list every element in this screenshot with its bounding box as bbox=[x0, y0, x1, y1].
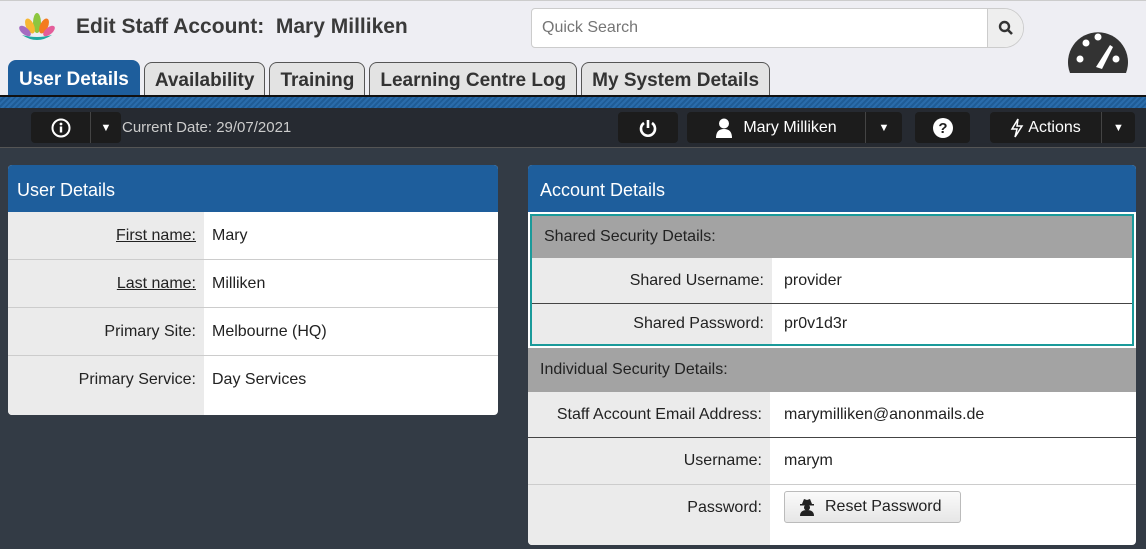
email-value: marymilliken@anonmails.de bbox=[784, 405, 985, 423]
tab-my-system-details[interactable]: My System Details bbox=[581, 62, 771, 98]
primary-service-row: Primary Service: Day Services bbox=[8, 356, 498, 415]
account-details-title: Account Details bbox=[528, 165, 1136, 212]
primary-site-value: Melbourne (HQ) bbox=[212, 322, 327, 340]
last-name-label[interactable]: Last name: bbox=[117, 275, 196, 293]
user-dropdown-button[interactable]: ▼ bbox=[866, 122, 902, 134]
first-name-value: Mary bbox=[212, 226, 248, 244]
shared-security-header: Shared Security Details: bbox=[532, 216, 1132, 258]
first-name-label[interactable]: First name: bbox=[116, 227, 196, 245]
username-label: Username: bbox=[528, 438, 770, 484]
tab-divider-stripe bbox=[0, 95, 1146, 108]
primary-site-row: Primary Site: Melbourne (HQ) bbox=[8, 308, 498, 356]
shared-username-label: Shared Username: bbox=[532, 258, 772, 303]
tab-bar: User Details Availability Training Learn… bbox=[8, 60, 771, 98]
caret-down-icon: ▼ bbox=[100, 121, 112, 134]
caret-down-icon: ▼ bbox=[878, 121, 890, 134]
info-dropdown-button[interactable]: ▼ bbox=[91, 122, 121, 134]
user-menu: Mary Milliken ▼ bbox=[687, 112, 902, 143]
user-details-title: User Details bbox=[8, 165, 498, 212]
page-title: Edit Staff Account: Mary Milliken bbox=[76, 15, 408, 38]
shared-password-value: pr0v1d3r bbox=[784, 315, 848, 332]
dashboard-gauge-icon[interactable] bbox=[1066, 23, 1130, 75]
logout-button[interactable] bbox=[618, 112, 678, 143]
lightning-icon bbox=[1010, 118, 1024, 137]
help-icon: ? bbox=[932, 117, 953, 138]
shared-password-label: Shared Password: bbox=[532, 304, 772, 344]
info-button[interactable] bbox=[31, 118, 90, 138]
shared-username-value: provider bbox=[784, 271, 842, 289]
primary-service-value: Day Services bbox=[212, 371, 307, 388]
reset-password-label: Reset Password bbox=[825, 498, 942, 515]
shared-username-row: Shared Username: provider bbox=[532, 258, 1132, 304]
caret-down-icon: ▼ bbox=[1113, 121, 1124, 134]
user-name: Mary Milliken bbox=[743, 118, 837, 136]
individual-security-header: Individual Security Details: bbox=[528, 348, 1136, 392]
quick-search bbox=[531, 8, 1024, 48]
email-label: Staff Account Email Address: bbox=[528, 392, 770, 437]
account-details-panel: Account Details Shared Security Details:… bbox=[528, 165, 1136, 545]
email-row: Staff Account Email Address: marymilliken… bbox=[528, 392, 1136, 438]
info-icon bbox=[51, 118, 70, 137]
password-label: Password: bbox=[528, 485, 770, 545]
lotus-logo-icon bbox=[19, 13, 55, 40]
first-name-row: First name: Mary bbox=[8, 212, 498, 260]
reset-password-button[interactable]: Reset Password bbox=[784, 491, 961, 523]
shared-password-row: Shared Password: pr0v1d3r bbox=[532, 304, 1132, 344]
last-name-value: Milliken bbox=[212, 274, 266, 292]
svg-text:?: ? bbox=[938, 120, 947, 137]
search-icon bbox=[998, 20, 1013, 35]
tab-training[interactable]: Training bbox=[269, 62, 366, 98]
tab-learning-centre-log[interactable]: Learning Centre Log bbox=[369, 62, 578, 98]
info-button-group: ▼ bbox=[31, 112, 121, 143]
help-button[interactable]: ? bbox=[915, 112, 970, 143]
username-row: Username: marym bbox=[528, 438, 1136, 485]
shared-security-section: Shared Security Details: Shared Username… bbox=[530, 214, 1134, 346]
primary-site-label: Primary Site: bbox=[8, 308, 204, 355]
user-icon bbox=[716, 118, 733, 138]
actions-label: Actions bbox=[1028, 118, 1081, 136]
username-value: marym bbox=[784, 452, 833, 469]
user-secret-icon bbox=[800, 499, 814, 516]
actions-menu: Actions ▼ bbox=[990, 112, 1135, 143]
search-button[interactable] bbox=[987, 9, 1023, 47]
quick-search-input[interactable] bbox=[532, 9, 987, 47]
power-icon bbox=[639, 119, 657, 137]
actions-button[interactable]: Actions bbox=[990, 118, 1101, 138]
user-button[interactable]: Mary Milliken bbox=[687, 118, 865, 138]
primary-service-label: Primary Service: bbox=[8, 356, 204, 415]
password-row: Password: Reset Password bbox=[528, 485, 1136, 545]
actions-dropdown-button[interactable]: ▼ bbox=[1102, 122, 1135, 134]
app-header: Edit Staff Account: Mary Milliken User D… bbox=[0, 0, 1146, 98]
tab-availability[interactable]: Availability bbox=[143, 62, 266, 98]
current-date: Current Date: 29/07/2021 bbox=[122, 119, 292, 136]
last-name-row: Last name: Milliken bbox=[8, 260, 498, 308]
toolbar: ▼ Current Date: 29/07/2021 Mary Milliken… bbox=[0, 108, 1146, 148]
tab-user-details[interactable]: User Details bbox=[8, 60, 140, 98]
user-details-panel: User Details First name: Mary Last name: M… bbox=[8, 165, 498, 415]
